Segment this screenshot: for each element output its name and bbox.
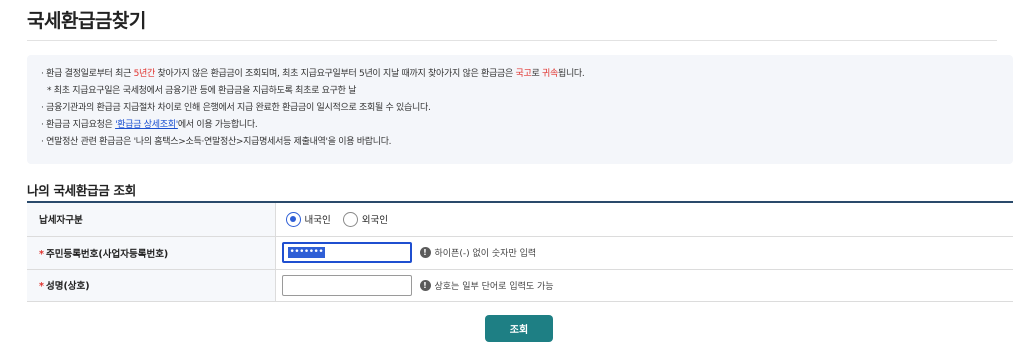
page-title: 국세환급금찾기	[27, 10, 146, 32]
name-row: * 성명(상호) ! 상호는 일부 단어로 입력도 가능	[27, 269, 1013, 302]
notice-line-4: · 환급금 지급요청은 '환급금 상세조회'에서 이용 가능합니다.	[41, 120, 258, 130]
refund-query-form: 납세자구분 내국인 외국인 *주민등록번호(사업자등록번호) •••••••	[27, 201, 1013, 302]
name-label: 성명(상호)	[45, 281, 90, 292]
taxpayer-type-radio-group: 내국인 외국인	[278, 211, 1014, 227]
radio-domestic[interactable]: 내국인	[285, 211, 331, 227]
refund-detail-link[interactable]: '환급금 상세조회'	[115, 120, 178, 130]
resident-no-row: * 주민등록번호(사업자등록번호) ••••••• ! 하이픈(-) 없이 숫자만…	[27, 236, 1013, 270]
notice-line-5: · 연말정산 관련 환급금은 '나의 홈택스>소득·연말정산>지급명세서등 제출…	[41, 137, 392, 147]
notice-line-2: * 최초 지급요구일은 국세청에서 금융기관 등에 환급금을 지급하도록 최초로…	[47, 86, 357, 96]
radio-checked-icon[interactable]	[285, 211, 301, 227]
title-divider	[27, 40, 997, 41]
notice-line-1: · 환급 결정일로부터 최근 5년간 찾아가지 않은 환급금이 조회되며, 최초…	[41, 69, 585, 79]
resident-no-value: •••••••	[287, 247, 326, 258]
info-icon: !	[419, 279, 431, 291]
notice-box: · 환급 결정일로부터 최근 5년간 찾아가지 않은 환급금이 조회되며, 최초…	[27, 55, 1013, 164]
info-icon: !	[419, 247, 431, 258]
notice-line-3: · 금융기관과의 환급금 지급절차 차이로 인해 은행에서 지급 완료한 환급금…	[41, 103, 431, 113]
taxpayer-type-label: 납세자구분	[27, 202, 276, 237]
resident-no-label: 주민등록번호(사업자등록번호)	[45, 248, 169, 260]
radio-foreigner[interactable]: 외국인	[342, 211, 388, 227]
resident-no-input[interactable]: •••••••	[281, 242, 412, 263]
radio-unchecked-icon[interactable]	[342, 211, 358, 227]
taxpayer-type-row: 납세자구분 내국인 외국인	[27, 202, 1014, 237]
resident-no-hint: ! 하이픈(-) 없이 숫자만 입력	[419, 246, 536, 259]
required-mark: *	[39, 281, 44, 292]
name-hint: ! 상호는 일부 단어로 입력도 가능	[419, 279, 554, 292]
name-input[interactable]	[281, 274, 412, 296]
search-button[interactable]: 조회	[485, 315, 553, 342]
section-title: 나의 국세환급금 조회	[27, 183, 136, 198]
required-mark: *	[39, 248, 44, 260]
